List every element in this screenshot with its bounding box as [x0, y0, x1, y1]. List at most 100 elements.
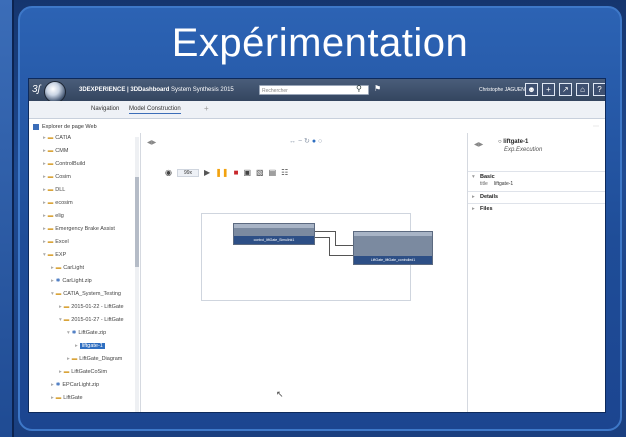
expand-icon[interactable]: ▸	[51, 382, 54, 388]
expand-icon[interactable]: ▸	[51, 265, 54, 271]
settings-icon[interactable]: ☷	[281, 168, 288, 178]
tree-item[interactable]: ▸ ▬ ControlBuild	[43, 159, 85, 169]
tree-item[interactable]: ▸ ▬ LiftGateCoSim	[59, 367, 107, 377]
tree-item[interactable]: ▸ ▬ LiftGate	[51, 393, 83, 403]
save-icon[interactable]: ▧	[256, 168, 264, 178]
minus-icon[interactable]: −	[298, 138, 302, 145]
tree-item[interactable]: ▸ ▬ Excel	[43, 237, 69, 247]
tree-item[interactable]: ▸ ✱ EPCarLight.zip	[51, 380, 99, 390]
collapse-icon[interactable]: ▾	[59, 317, 62, 323]
expand-icon[interactable]: ▸	[43, 187, 46, 193]
diagram-block-liftgate[interactable]: LiftGate_liftGate_controlled1	[353, 231, 433, 265]
expand-icon[interactable]: ▸	[472, 204, 475, 214]
tree-item[interactable]: ▸ ✱ CarLight.zip	[51, 276, 92, 286]
folder-icon: ▬	[47, 148, 54, 154]
expand-icon[interactable]: ▸	[51, 278, 54, 284]
expand-icon[interactable]: ▸	[472, 192, 475, 202]
search-icon[interactable]: ⚲	[356, 84, 362, 93]
compass-icon[interactable]	[44, 81, 66, 103]
folder-icon: ▬	[63, 304, 70, 310]
stop-record-icon[interactable]: ◉	[165, 168, 172, 178]
simulation-icon: ✱	[71, 330, 77, 336]
top-icons: ☻ + ↗ ⌂ ?	[525, 83, 605, 96]
tab-navigation[interactable]: Navigation	[91, 106, 119, 112]
tree-item[interactable]: ▸ ▬ CarLight	[51, 263, 84, 273]
expand-icon[interactable]: ▸	[43, 200, 46, 206]
dashboard-tabs: Navigation Model Construction +	[29, 101, 605, 119]
block-header	[354, 232, 432, 236]
folder-icon: ▬	[47, 226, 54, 232]
user-name[interactable]: Christophe JAGUEN	[479, 87, 525, 93]
connection-line	[329, 237, 330, 255]
tree-item[interactable]: ▸ ▬ LiftGate_Diagram	[67, 354, 122, 364]
tree-item[interactable]: ▾ ▬ 2015-01-27 - LiftGate	[59, 315, 124, 325]
folder-icon: ▬	[47, 187, 54, 193]
stop-icon[interactable]: ■	[234, 168, 239, 178]
widget-menu-icon[interactable]: ⋯	[593, 123, 599, 130]
speed-field[interactable]: 99x	[176, 169, 200, 177]
refresh-icon[interactable]: ↻	[304, 138, 310, 145]
diagram-block-control[interactable]: control_liftGate_Simulink1	[233, 223, 315, 245]
play-icon[interactable]: ▶	[204, 168, 210, 178]
expand-icon[interactable]: ▸	[59, 369, 62, 375]
panel-nav-icon[interactable]: ◀▶	[474, 141, 483, 148]
view-dot-icon[interactable]: ●	[312, 138, 316, 145]
tree-item[interactable]: ▸ ▬ CATIA	[43, 133, 71, 143]
block-label: control_liftGate_Simulink1	[234, 236, 314, 244]
panel-nav-icon[interactable]: ◀▶	[147, 139, 156, 146]
expand-icon[interactable]: ▸	[67, 356, 70, 362]
tree-item[interactable]: ▸ ▬ elig	[43, 211, 64, 221]
expand-icon[interactable]: ▸	[43, 213, 46, 219]
add-tab-button[interactable]: +	[204, 104, 209, 113]
tree-scrollbar-thumb[interactable]	[135, 177, 139, 267]
view-circle-icon[interactable]: ○	[318, 138, 322, 145]
connection-line	[315, 237, 329, 238]
tree-item[interactable]: ▾ ▬ EXP	[43, 250, 66, 260]
collapse-icon[interactable]: ▾	[51, 291, 54, 297]
tree-item[interactable]: ▸ ▬ CMM	[43, 146, 68, 156]
tab-model-construction[interactable]: Model Construction	[129, 106, 181, 114]
expand-icon[interactable]: ▸	[43, 161, 46, 167]
tree-scrollbar[interactable]	[135, 137, 139, 412]
tree-item[interactable]: ▾ ✱ LiftGate.zip	[67, 328, 106, 338]
expand-icon[interactable]: ▸	[43, 135, 46, 141]
expand-icon[interactable]: ▸	[43, 174, 46, 180]
tree-item[interactable]: ▾ ▬ CATIA_System_Testing	[51, 289, 121, 299]
collapse-icon[interactable]: ▾	[43, 252, 46, 258]
connection-line	[329, 255, 353, 256]
lock-icon[interactable]: ▣	[243, 168, 251, 178]
add-icon[interactable]: +	[542, 83, 555, 96]
expand-icon[interactable]: ▸	[43, 148, 46, 154]
folder-icon: ▬	[47, 213, 54, 219]
folder-icon: ▬	[47, 239, 54, 245]
tree-item[interactable]: ▸ ▬ 2015-01-22 - LiftGate	[59, 302, 124, 312]
folder-icon: ▬	[47, 161, 54, 167]
expand-icon[interactable]: ▸	[59, 304, 62, 310]
section-files[interactable]: ▸ Files	[468, 203, 605, 214]
share-icon[interactable]: ↗	[559, 83, 572, 96]
user-avatar-icon[interactable]: ☻	[525, 83, 538, 96]
search-input[interactable]: Rechercher	[259, 85, 369, 95]
arrows-icon[interactable]: ↔	[289, 138, 296, 145]
expand-icon[interactable]: ▸	[43, 239, 46, 245]
tree-item[interactable]: ▸ ▬ Cosim	[43, 172, 71, 182]
pause-icon[interactable]: ❚❚	[215, 168, 228, 178]
expand-icon[interactable]: ▸	[75, 343, 78, 349]
help-icon[interactable]: ?	[593, 83, 605, 96]
tree-item[interactable]: ▸ ▬ ecosim	[43, 198, 73, 208]
slide-title: Expérimentation	[171, 21, 469, 65]
export-icon[interactable]: ▤	[269, 168, 277, 178]
tree-item[interactable]: ▸ ▬ DLL	[43, 185, 65, 195]
home-icon[interactable]: ⌂	[576, 83, 589, 96]
collapse-icon[interactable]: ▾	[67, 330, 70, 336]
section-basic[interactable]: ▾ Basic	[468, 171, 605, 182]
tag-icon[interactable]: ⚑	[374, 84, 381, 93]
section-details[interactable]: ▸ Details	[468, 191, 605, 202]
simulation-icon: ✱	[55, 278, 61, 284]
collapse-icon[interactable]: ▾	[472, 172, 475, 182]
expand-icon[interactable]: ▸	[51, 395, 54, 401]
tree-item-selected[interactable]: ▸ liftgate-1	[75, 341, 105, 351]
app-title: 3DEXPERIENCE | 3DDashboard System Synthe…	[79, 87, 234, 93]
expand-icon[interactable]: ▸	[43, 226, 46, 232]
tree-item[interactable]: ▸ ▬ Emergency Brake Assist	[43, 224, 115, 234]
